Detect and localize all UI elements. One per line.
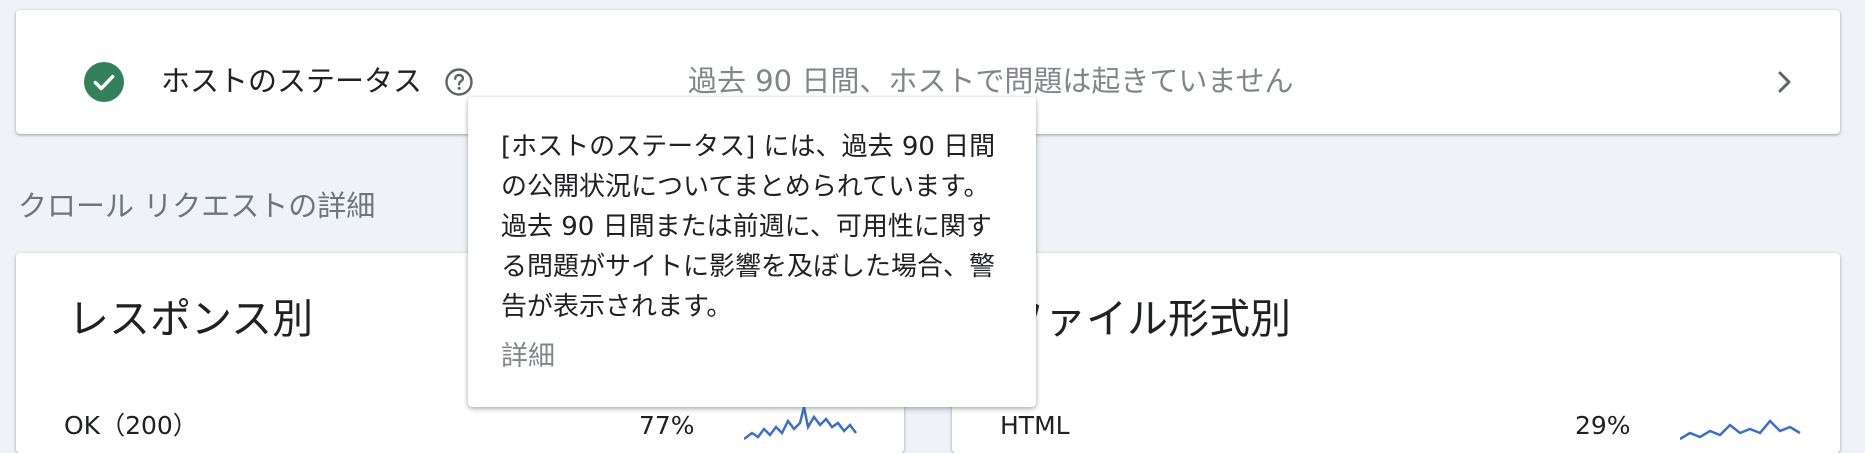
host-status-summary: 過去 90 日間、ホストで問題は起きていません — [688, 64, 1294, 98]
chevron-right-icon[interactable] — [1770, 68, 1798, 96]
response-row-label: OK（200） — [64, 411, 198, 440]
by-response-title: レスポンス別 — [68, 295, 314, 343]
learn-more-link[interactable]: 詳細 — [501, 337, 555, 377]
crawl-details-section-title: クロール リクエストの詳細 — [18, 189, 376, 223]
check-circle-icon — [84, 62, 124, 102]
tooltip-body: [ホストのステータス] には、過去 90 日間の公開状況についてまとめられていま… — [501, 132, 996, 322]
filetype-row-percent: 29% — [1575, 411, 1631, 440]
host-status-title: ホストのステータス — [161, 64, 423, 98]
by-filetype-title: ファイル形式別 — [1004, 295, 1291, 343]
by-filetype-card[interactable]: ファイル形式別 HTML 29% — [952, 253, 1840, 453]
filetype-sparkline — [1680, 419, 1801, 441]
help-icon[interactable] — [444, 67, 474, 97]
response-sparkline — [744, 406, 857, 440]
filetype-row-label: HTML — [1000, 411, 1070, 440]
host-status-tooltip: [ホストのステータス] には、過去 90 日間の公開状況についてまとめられていま… — [468, 97, 1036, 407]
response-row-percent: 77% — [639, 411, 695, 440]
